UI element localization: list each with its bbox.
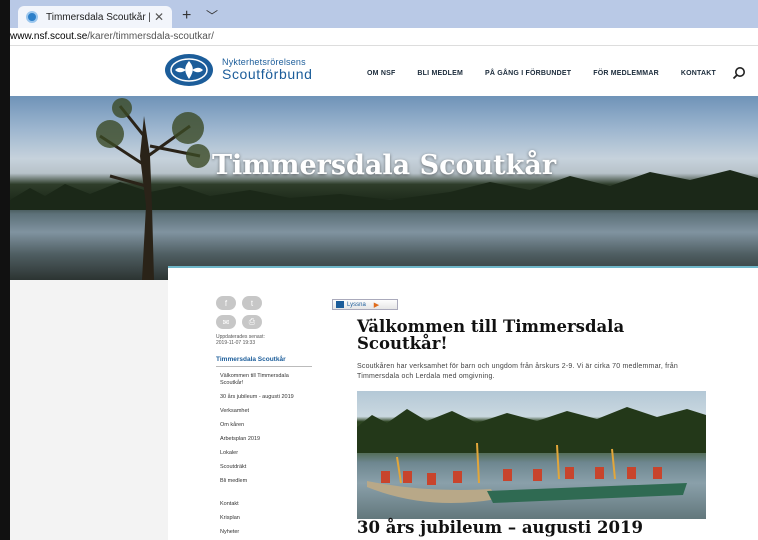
side-nav-item-om-karen[interactable]: Om kåren [216,422,312,429]
browser-tab[interactable]: Timmersdala Scoutkår | ✕ [18,6,172,28]
browser-tab-bar: Timmersdala Scoutkår | ✕ + ﹀ [10,0,758,28]
url-domain: www.nsf.scout.se [10,31,88,42]
nav-item-pa-gang[interactable]: PÅ GÅNG I FÖRBUNDET [485,70,571,77]
tab-list-chevron-icon[interactable]: ﹀ [206,7,218,24]
hero-banner: Timmersdala Scoutkår [10,96,758,280]
side-nav-item-bli-medlem[interactable]: Bli medlem [216,478,312,485]
side-nav-item-scoutdrakt[interactable]: Scoutdräkt [216,464,312,471]
site-header: Nykterhetsrörelsens Scoutförbund OM NSF … [10,46,758,96]
side-nav-item-nyheter[interactable]: Nyheter [216,529,312,536]
search-icon[interactable] [732,66,746,80]
mail-icon[interactable]: ✉ [216,315,236,329]
article-intro: Scoutkåren har verksamhet för barn och u… [357,363,678,380]
close-tab-icon[interactable]: ✕ [154,10,164,24]
section-title: 30 års jubileum – augusti 2019 [357,518,643,537]
side-nav-item-lokaler[interactable]: Lokaler [216,450,312,457]
url-path: /karer/timmersdala-scoutkar/ [87,31,214,42]
speaker-icon [336,301,344,308]
print-icon[interactable]: ⎙ [242,315,262,329]
twitter-icon[interactable]: t [242,296,262,310]
play-icon: ▶ [373,301,380,309]
main-nav: OM NSF BLI MEDLEM PÅ GÅNG I FÖRBUNDET FÖ… [367,70,738,77]
last-updated-value: 2019-11-07 19:33 [216,340,256,346]
nav-item-om-nsf[interactable]: OM NSF [367,70,395,77]
side-nav-item-arbetsplan[interactable]: Arbetsplan 2019 [216,436,312,443]
nav-item-bli-medlem[interactable]: BLI MEDLEM [417,70,463,77]
scout-logo-icon[interactable] [165,54,213,86]
side-nav-item-kontakt[interactable]: Kontakt [216,501,312,508]
new-tab-button[interactable]: + [182,7,191,25]
listen-label: Lyssna [347,301,366,308]
article-title: Välkommen till Timmersdala Scoutkår! [357,317,625,353]
side-nav-item-jubileum[interactable]: 30 års jubileum - augusti 2019 [216,394,312,401]
side-nav-item-verksamhet[interactable]: Verksamhet [216,408,312,415]
facebook-icon[interactable]: f [216,296,236,310]
side-nav-title[interactable]: Timmersdala Scoutkår [216,354,312,367]
site-favicon-icon [26,11,38,23]
side-nav-item-krisplan[interactable]: Krisplan [216,515,312,522]
address-bar[interactable]: www.nsf.scout.se/karer/timmersdala-scout… [10,28,758,46]
nav-item-kontakt[interactable]: KONTAKT [681,70,716,77]
listen-button[interactable]: Lyssna ▶ [332,299,398,310]
browser-tab-title: Timmersdala Scoutkår | [46,11,150,23]
share-buttons: f t ✉ ⎙ [216,296,262,329]
nav-item-for-medlemmar[interactable]: FÖR MEDLEMMAR [593,70,659,77]
canoe-photo [357,391,706,519]
last-updated: Uppdaterades senast: 2019-11-07 19:33 [216,334,286,346]
window-edge [0,0,10,540]
hero-title: Timmersdala Scoutkår [211,150,557,181]
logo-text-main[interactable]: Scoutförbund [222,66,312,82]
side-nav: Timmersdala Scoutkår Välkommen till Timm… [216,354,312,536]
side-nav-item-valkommen[interactable]: Välkommen till Timmersdala Scoutkår! [216,373,312,387]
hero-tree-image [96,98,210,280]
